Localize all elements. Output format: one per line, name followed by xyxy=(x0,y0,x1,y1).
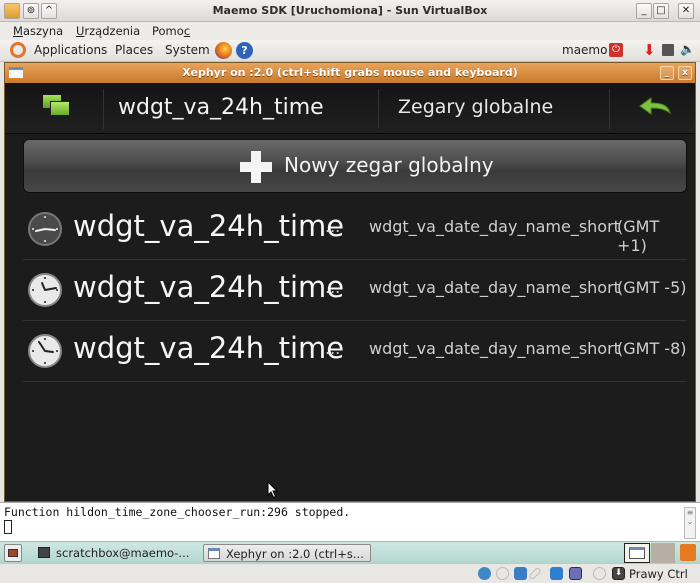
shared-folders-icon[interactable] xyxy=(550,567,563,580)
world-clock-row[interactable]: wdgt_va_24h_time... wdgt_va_date_day_name… xyxy=(23,260,687,321)
cd-rom-icon[interactable] xyxy=(496,567,509,580)
new-world-clock-button[interactable]: Nowy zegar globalny xyxy=(23,139,687,193)
clock-ellipsis: ... xyxy=(325,278,341,297)
usb-icon[interactable] xyxy=(528,566,542,581)
clock-icon xyxy=(28,334,62,368)
vbox-status-bar: ⬇ Prawy Ctrl xyxy=(0,563,700,583)
task-switcher-button[interactable] xyxy=(43,95,69,117)
close-button[interactable]: ✕ xyxy=(678,3,694,19)
clock-time: wdgt_va_24h_time xyxy=(73,331,345,365)
new-world-clock-label: Nowy zegar globalny xyxy=(284,153,494,177)
clock-day: wdgt_va_date_day_name_short xyxy=(369,278,620,297)
workspace-2[interactable] xyxy=(651,543,675,563)
firefox-icon[interactable] xyxy=(215,42,232,59)
world-clock-row[interactable]: wdgt_va_24h_time... wdgt_va_date_day_name… xyxy=(23,199,687,260)
help-icon[interactable]: ? xyxy=(236,42,253,59)
app-title: wdgt_va_24h_time xyxy=(118,95,324,120)
xephyr-window: Xephyr on :2.0 (ctrl+shift grabs mouse a… xyxy=(4,62,696,502)
xephyr-title-bar: Xephyr on :2.0 (ctrl+shift grabs mouse a… xyxy=(5,63,695,83)
terminal-line: Function hildon_time_zone_chooser_run:29… xyxy=(4,505,351,519)
taskbar-item-label: scratchbox@maemo-... xyxy=(56,546,190,560)
back-arrow-icon[interactable] xyxy=(639,97,671,119)
trash-icon[interactable] xyxy=(680,544,696,561)
host-key-icon: ⬇ xyxy=(612,567,625,580)
places-menu[interactable]: Places xyxy=(115,43,153,57)
menu-pomoc[interactable]: Pomoc xyxy=(152,24,190,38)
menu-urzadzenia[interactable]: Urządzenia xyxy=(76,24,140,38)
view-menu-title[interactable]: Zegary globalne xyxy=(398,96,553,118)
clock-gmt-offset: (GMT -8) xyxy=(617,339,687,358)
mouse-cursor-icon xyxy=(267,481,279,499)
applications-menu[interactable]: Applications xyxy=(34,43,107,57)
maximize-button[interactable]: □ xyxy=(653,3,669,19)
clock-gmt-offset: (GMT -5) xyxy=(617,278,687,297)
clock-day: wdgt_va_date_day_name_short xyxy=(369,217,620,236)
power-icon[interactable]: ⏻ xyxy=(609,43,623,57)
clock-gmt-offset: (GMT +1) xyxy=(617,217,660,255)
terminal-scrollbar[interactable]: ≡ ⌄ xyxy=(684,507,696,539)
app-header: wdgt_va_24h_time Zegary globalne xyxy=(5,83,695,134)
ubuntu-logo-icon xyxy=(10,42,26,58)
virtualbox-window: ⊚ ^ Maemo SDK [Uruchomiona] - Sun Virtua… xyxy=(0,0,700,583)
network-icon[interactable] xyxy=(662,44,674,56)
terminal-output[interactable]: Function hildon_time_zone_chooser_run:29… xyxy=(0,502,700,541)
window-icon[interactable] xyxy=(9,67,23,78)
world-clock-app: wdgt_va_24h_time Zegary globalne Nowy ze… xyxy=(5,83,695,501)
clock-ellipsis: ... xyxy=(325,339,341,358)
xephyr-close-button[interactable]: x xyxy=(678,66,692,80)
volume-icon[interactable]: 🔈 xyxy=(680,42,695,56)
terminal-icon xyxy=(38,547,50,558)
gnome-top-panel: Applications Places System ? maemo ⏻ ⬇ 🔈 xyxy=(0,40,700,62)
clock-time: wdgt_va_24h_time xyxy=(73,209,345,243)
clock-ellipsis: ... xyxy=(325,217,341,236)
bottom-taskbar: scratchbox@maemo-... Xephyr on :2.0 (ctr… xyxy=(0,541,700,563)
show-desktop-button[interactable] xyxy=(4,544,22,562)
taskbar-item-terminal[interactable]: scratchbox@maemo-... xyxy=(34,544,194,562)
xephyr-minimize-button[interactable]: _ xyxy=(660,66,674,80)
hard-disk-icon[interactable] xyxy=(478,567,491,580)
update-notifier-icon[interactable]: ⬇ xyxy=(643,42,657,59)
vbox-title-bar: ⊚ ^ Maemo SDK [Uruchomiona] - Sun Virtua… xyxy=(0,0,700,22)
vbox-title: Maemo SDK [Uruchomiona] - Sun VirtualBox xyxy=(212,4,488,17)
vrdp-icon[interactable] xyxy=(569,567,582,580)
network-adapters-icon[interactable] xyxy=(514,567,527,580)
clock-icon xyxy=(28,212,62,246)
system-menu[interactable]: System xyxy=(165,43,210,57)
xephyr-title: Xephyr on :2.0 (ctrl+shift grabs mouse a… xyxy=(182,66,518,79)
taskbar-item-label: Xephyr on :2.0 (ctrl+s... xyxy=(226,547,364,561)
window-icon xyxy=(208,548,220,559)
user-name[interactable]: maemo xyxy=(562,43,607,57)
clock-day: wdgt_va_date_day_name_short xyxy=(369,339,620,358)
world-clock-row[interactable]: wdgt_va_24h_time... wdgt_va_date_day_name… xyxy=(23,321,687,382)
taskbar-item-xephyr[interactable]: Xephyr on :2.0 (ctrl+s... xyxy=(203,544,371,562)
plus-icon xyxy=(240,151,272,183)
show-desktop-icon xyxy=(8,549,18,557)
menu-maszyna[interactable]: Maszyna xyxy=(13,24,63,38)
host-key-label: Prawy Ctrl xyxy=(629,567,688,581)
terminal-cursor xyxy=(4,520,12,534)
mouse-integration-icon[interactable] xyxy=(593,567,606,580)
vbox-menubar: Maszyna Urządzenia Pomoc xyxy=(0,22,700,40)
clock-time: wdgt_va_24h_time xyxy=(73,270,345,304)
workspace-1[interactable] xyxy=(624,543,650,563)
minimize-button[interactable]: _ xyxy=(636,3,652,19)
clock-icon xyxy=(28,273,62,307)
